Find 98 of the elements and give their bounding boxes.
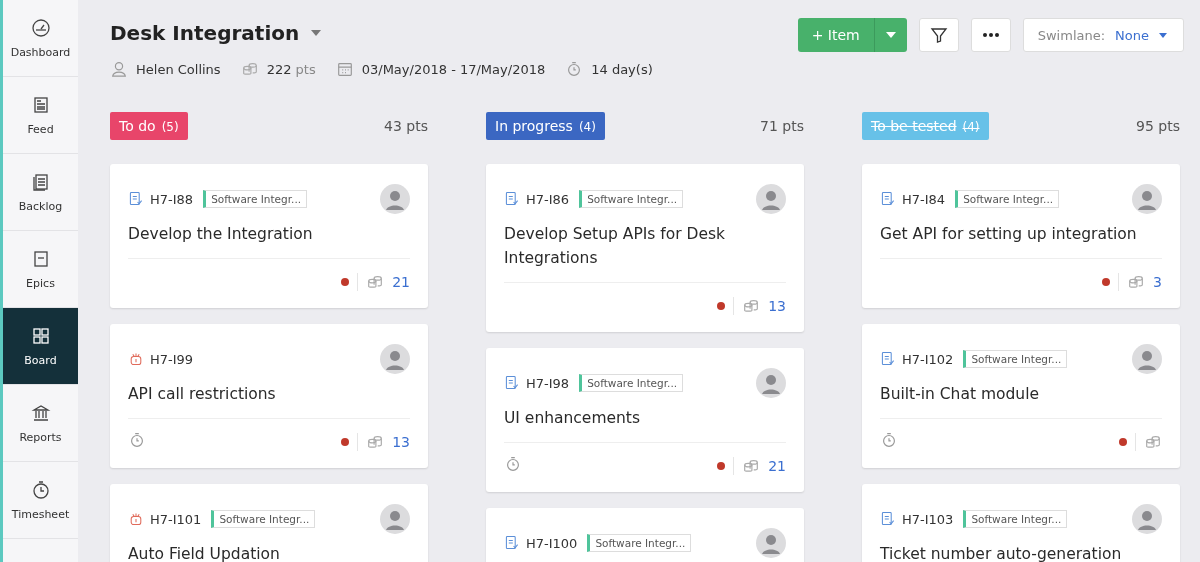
sidebar-item[interactable]: Feed <box>3 77 78 154</box>
caret-icon <box>1159 32 1167 38</box>
avatar <box>1132 184 1162 214</box>
sidebar-item[interactable]: Backlog <box>3 154 78 231</box>
epic-tag: Software Integr... <box>579 190 684 208</box>
task-title: Develop Setup APIs for Desk Integrations <box>504 224 727 269</box>
task-card[interactable]: H7-I99 API call restrictions 13 <box>110 324 428 468</box>
column-points: 71 pts <box>760 118 804 134</box>
story-points: 21 <box>392 273 410 290</box>
epic-tag: Software Integr... <box>211 510 316 528</box>
task-card[interactable]: H7-I101 Software Integr... Auto Field Updation <box>110 484 428 562</box>
task-card[interactable]: H7-I102 Software Integr... Built-in Chat module <box>862 324 1180 468</box>
avatar <box>380 184 410 214</box>
task-title: UI enhancements <box>504 408 642 429</box>
story-icon <box>128 191 144 207</box>
avatar <box>380 344 410 374</box>
column-label: To do (5) <box>110 112 188 140</box>
task-id: H7-I88 <box>150 191 194 207</box>
stopwatch-icon <box>880 430 898 449</box>
task-id: H7-I102 <box>902 351 954 367</box>
epic-tag: Software Integr... <box>579 374 684 392</box>
task-card[interactable]: H7-I88 Software Integr... Develop the Integration 21 <box>110 164 428 308</box>
sidebar-item[interactable]: Reports <box>3 385 78 462</box>
task-id: H7-I86 <box>526 191 570 207</box>
task-title: API call restrictions <box>128 384 277 405</box>
owner-name: Helen Collins <box>136 61 221 77</box>
task-title: Auto Field Updation <box>128 544 281 562</box>
gauge-icon <box>30 17 51 38</box>
sidebar-item[interactable]: Board <box>3 308 78 385</box>
avatar <box>756 184 786 214</box>
filter-button[interactable] <box>918 18 959 52</box>
avatar <box>756 368 786 398</box>
stopwatch-icon <box>504 454 522 473</box>
task-id: H7-I103 <box>902 511 954 527</box>
caret-icon <box>885 32 896 38</box>
board-icon <box>30 325 51 346</box>
story-icon <box>504 535 520 551</box>
story-icon <box>504 375 520 391</box>
column-label: To be tested (4) <box>862 112 989 140</box>
more-icon <box>981 32 1000 38</box>
filter-icon <box>928 25 949 45</box>
calendar-icon <box>335 60 354 78</box>
epic-tag: Software Integr... <box>963 350 1068 368</box>
epic-tag: Software Integr... <box>963 510 1068 528</box>
priority-dot <box>717 461 726 470</box>
task-title: Develop the Integration <box>128 224 314 245</box>
epic-tag: Software Integr... <box>203 190 308 208</box>
avatar <box>756 528 786 558</box>
task-title: Ticket number auto-generation <box>880 544 1123 562</box>
sidebar-item[interactable]: Timesheet <box>3 462 78 539</box>
sidebar-item[interactable]: Dashboard <box>3 0 78 77</box>
task-id: H7-I100 <box>526 535 578 551</box>
avatar <box>1132 344 1162 374</box>
total-points: 222 pts <box>266 61 316 77</box>
task-title: Built-in Chat module <box>880 384 1041 405</box>
story-icon <box>504 191 520 207</box>
task-card[interactable]: H7-I98 Software Integr... UI enhancements 21 <box>486 348 804 492</box>
bug-icon <box>128 511 144 527</box>
task-id: H7-I99 <box>150 351 194 367</box>
story-icon <box>880 351 896 367</box>
person-icon <box>110 60 128 78</box>
coins-icon <box>240 60 259 78</box>
caret-icon[interactable] <box>311 30 322 36</box>
story-points: 3 <box>1153 273 1162 290</box>
task-title: Get API for setting up integration <box>880 224 1138 245</box>
story-points: 21 <box>768 457 786 474</box>
task-card[interactable]: H7-I100 Software Integr... <box>486 508 804 562</box>
story-icon <box>880 191 896 207</box>
column-points: 95 pts <box>1136 118 1180 134</box>
epic-tag: Software Integr... <box>955 190 1060 208</box>
story-icon <box>880 511 896 527</box>
task-card[interactable]: H7-I84 Software Integr... Get API for setting up integration 3 <box>862 164 1180 308</box>
story-points: 13 <box>768 297 786 314</box>
task-id: H7-I101 <box>150 511 202 527</box>
board-title: Desk Integration <box>110 21 300 45</box>
bug-icon <box>128 351 144 367</box>
priority-dot <box>1102 277 1111 286</box>
priority-dot <box>341 437 350 446</box>
priority-dot <box>341 277 350 286</box>
priority-dot <box>717 301 726 310</box>
stopwatch-icon <box>128 430 146 449</box>
duration: 14 day(s) <box>591 61 653 77</box>
task-card[interactable]: H7-I86 Software Integr... Develop Setup APIs for Desk Integrations 13 <box>486 164 804 332</box>
epic-tag: Software Integr... <box>587 534 692 552</box>
column-points: 43 pts <box>384 118 428 134</box>
task-id: H7-I98 <box>526 375 570 391</box>
story-points: 13 <box>392 433 410 450</box>
date-range: 03/May/2018 - 17/May/2018 <box>361 61 546 77</box>
more-button[interactable] <box>970 18 1011 52</box>
avatar <box>380 504 410 534</box>
task-card[interactable]: H7-I103 Software Integr... Ticket number auto-generation <box>862 484 1180 562</box>
stopwatch-icon <box>30 479 51 500</box>
avatar <box>1132 504 1162 534</box>
task-id: H7-I84 <box>902 191 946 207</box>
priority-dot <box>1119 437 1127 446</box>
swimlane-dropdown[interactable]: Swimlane: None <box>1022 18 1184 52</box>
backlog-icon <box>30 171 51 192</box>
column-label: In progress (4) <box>486 112 605 140</box>
